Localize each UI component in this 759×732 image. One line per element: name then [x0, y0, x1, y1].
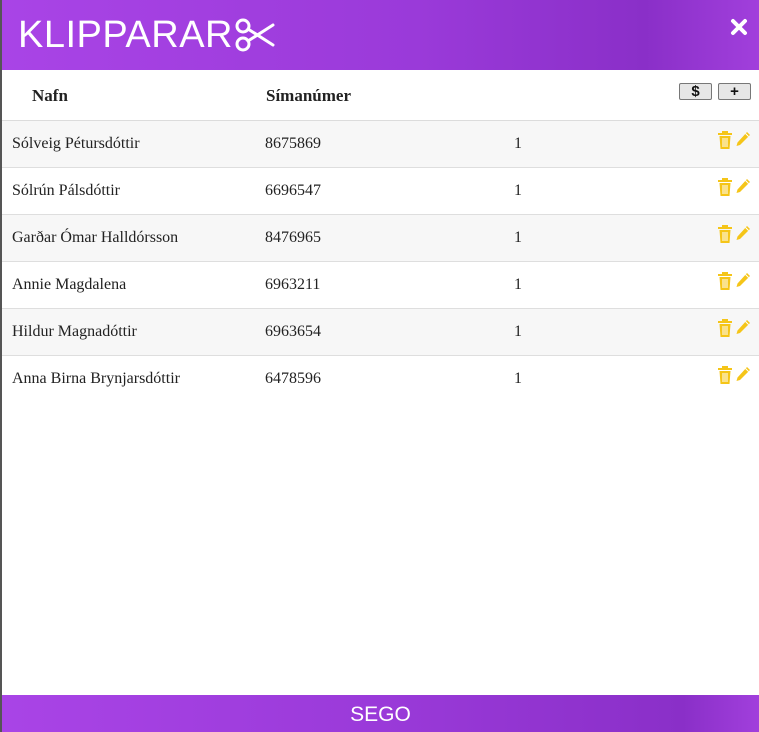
table-row: Annie Magdalena 6963211 1 [2, 262, 759, 309]
close-icon[interactable] [729, 17, 749, 37]
barber-list: Sólveig Pétursdóttir 8675869 1 Sólrún Pá… [2, 121, 759, 402]
trash-icon[interactable] [717, 178, 733, 196]
add-button[interactable]: + [718, 83, 751, 100]
barber-name: Annie Magdalena [12, 276, 127, 293]
barber-phone: 6696547 [265, 182, 321, 199]
footer-bar: SEGO [2, 695, 759, 732]
column-header-phone: Símanúmer [266, 86, 351, 105]
trash-icon[interactable] [717, 366, 733, 384]
barber-count: 1 [514, 182, 522, 199]
app-window: KLIPPARAR Nafn Símanúmer $ + Sólveig Pét… [0, 0, 759, 732]
barber-name: Sólveig Pétursdóttir [12, 135, 140, 152]
column-header-name: Nafn [32, 86, 68, 105]
pencil-icon[interactable] [735, 319, 751, 337]
barber-count: 1 [514, 276, 522, 293]
barber-count: 1 [514, 323, 522, 340]
table-row: Sólrún Pálsdóttir 6696547 1 [2, 168, 759, 215]
barber-phone: 6478596 [265, 370, 321, 387]
barber-name: Hildur Magnadóttir [12, 323, 137, 340]
table-header: Nafn Símanúmer $ + [2, 70, 759, 122]
price-button[interactable]: $ [679, 83, 712, 100]
trash-icon[interactable] [717, 131, 733, 149]
barber-name: Garðar Ómar Halldórsson [12, 229, 179, 246]
barber-name: Anna Birna Brynjarsdóttir [12, 370, 180, 387]
pencil-icon[interactable] [735, 366, 751, 384]
barber-phone: 8476965 [265, 229, 321, 246]
barber-count: 1 [514, 370, 522, 387]
pencil-icon[interactable] [735, 272, 751, 290]
barber-count: 1 [514, 135, 522, 152]
table-row: Hildur Magnadóttir 6963654 1 [2, 309, 759, 356]
pencil-icon[interactable] [735, 225, 751, 243]
barber-phone: 8675869 [265, 135, 321, 152]
header-bar: KLIPPARAR [2, 0, 759, 70]
barber-phone: 6963211 [265, 276, 321, 293]
table-row: Sólveig Pétursdóttir 8675869 1 [2, 121, 759, 168]
page-title: KLIPPARAR [18, 14, 233, 56]
barber-count: 1 [514, 229, 522, 246]
pencil-icon[interactable] [735, 178, 751, 196]
trash-icon[interactable] [717, 272, 733, 290]
pencil-icon[interactable] [735, 131, 751, 149]
barber-name: Sólrún Pálsdóttir [12, 182, 121, 199]
scissors-icon [235, 18, 275, 52]
trash-icon[interactable] [717, 225, 733, 243]
barber-phone: 6963654 [265, 323, 321, 340]
table-row: Garðar Ómar Halldórsson 8476965 1 [2, 215, 759, 262]
footer-brand: SEGO [350, 703, 411, 726]
table-row: Anna Birna Brynjarsdóttir 6478596 1 [2, 356, 759, 402]
trash-icon[interactable] [717, 319, 733, 337]
